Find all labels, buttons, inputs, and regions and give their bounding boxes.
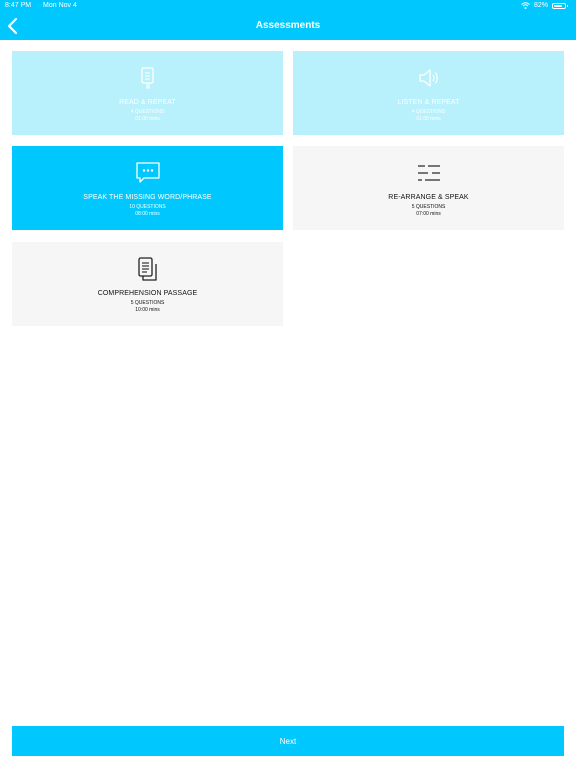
page-title: Assessments bbox=[255, 20, 321, 31]
card-questions: 4 QUESTIONS bbox=[130, 109, 165, 115]
passage-icon bbox=[137, 257, 157, 281]
card-duration: 07:00 mins bbox=[416, 211, 441, 217]
card-duration: 08:00 mins bbox=[135, 211, 160, 217]
status-time: 8:47 PM bbox=[5, 2, 32, 9]
card-questions: 5 QUESTIONS bbox=[130, 300, 165, 306]
wifi-icon bbox=[521, 2, 530, 9]
status-date: Mon Nov 4 bbox=[43, 2, 77, 9]
card-speak-missing-word[interactable]: SPEAK THE MISSING WORD/PHRASE 10 QUESTIO… bbox=[12, 146, 283, 230]
card-rearrange-speak[interactable]: RE-ARRANGE & SPEAK 5 QUESTIONS 07:00 min… bbox=[293, 146, 564, 230]
battery-percent: 82% bbox=[533, 2, 548, 9]
card-questions: 10 QUESTIONS bbox=[129, 204, 166, 210]
card-duration: 01:00 mins bbox=[135, 116, 160, 122]
battery-icon bbox=[552, 2, 568, 9]
card-questions: 4 QUESTIONS bbox=[411, 109, 446, 115]
card-duration: 01:00 mins bbox=[416, 116, 441, 122]
status-left: 8:47 PM Mon Nov 4 bbox=[5, 2, 87, 9]
card-title: SPEAK THE MISSING WORD/PHRASE bbox=[83, 194, 212, 201]
card-title: READ & REPEAT bbox=[119, 99, 176, 106]
header: 8:47 PM Mon Nov 4 82% Assessments bbox=[0, 0, 576, 40]
card-title: COMPREHENSION PASSAGE bbox=[97, 290, 198, 297]
card-listen-repeat[interactable]: LISTEN & REPEAT 4 QUESTIONS 01:00 mins bbox=[293, 51, 564, 135]
card-read-repeat[interactable]: READ & REPEAT 4 QUESTIONS 01:00 mins bbox=[12, 51, 283, 135]
card-title: RE-ARRANGE & SPEAK bbox=[388, 194, 469, 201]
document-icon bbox=[140, 67, 154, 89]
status-right: 82% bbox=[521, 2, 568, 9]
card-title: LISTEN & REPEAT bbox=[397, 99, 460, 106]
next-button[interactable]: Next bbox=[12, 726, 564, 756]
card-comprehension-passage[interactable]: COMPREHENSION PASSAGE 5 QUESTIONS 10:00 … bbox=[12, 242, 283, 326]
rearrange-lines-icon bbox=[417, 165, 440, 181]
chat-bubble-icon bbox=[135, 162, 160, 183]
speaker-icon bbox=[418, 69, 438, 87]
card-duration: 10:00 mins bbox=[135, 307, 160, 313]
status-bar: 8:47 PM Mon Nov 4 82% bbox=[0, 0, 576, 12]
card-questions: 5 QUESTIONS bbox=[411, 204, 446, 210]
